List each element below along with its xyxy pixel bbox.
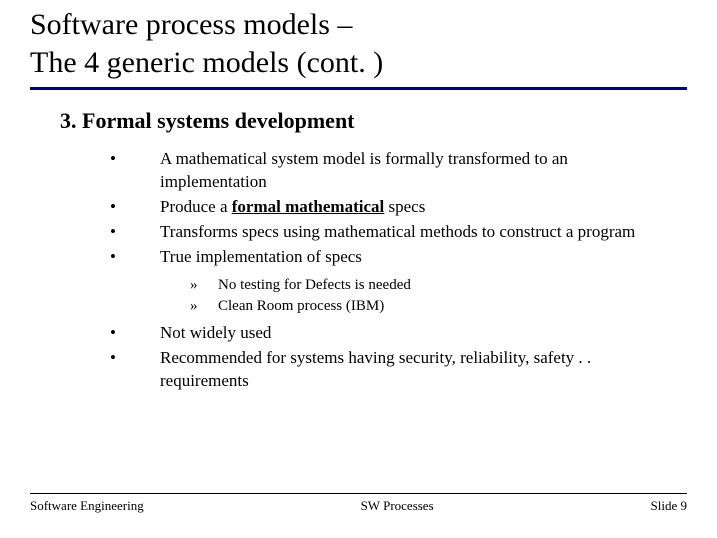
- bullet-text: Transforms specs using mathematical meth…: [160, 221, 667, 244]
- footer-rule: [30, 493, 687, 494]
- bullet-item: • Recommended for systems having securit…: [110, 347, 667, 393]
- title-rule: [30, 87, 687, 90]
- sub-bullet-marker: »: [190, 275, 218, 295]
- bullet-item: • Transforms specs using mathematical me…: [110, 221, 667, 244]
- bullet-text: Produce a formal mathematical specs: [160, 196, 667, 219]
- slide: Software process models – The 4 generic …: [0, 0, 717, 538]
- bullet-marker: •: [110, 148, 160, 194]
- bullet-text: True implementation of specs: [160, 246, 667, 269]
- slide-title: Software process models – The 4 generic …: [30, 0, 687, 87]
- bullet-text: Recommended for systems having security,…: [160, 347, 667, 393]
- title-line-1: Software process models –: [30, 6, 687, 44]
- bullet-marker: •: [110, 246, 160, 269]
- bullet-text: Not widely used: [160, 322, 667, 345]
- bullet-marker: •: [110, 347, 160, 393]
- title-line-2: The 4 generic models (cont. ): [30, 44, 687, 82]
- footer-left: Software Engineering: [30, 498, 144, 514]
- sub-bullet-item: » No testing for Defects is needed: [190, 275, 667, 295]
- sub-bullet-text: No testing for Defects is needed: [218, 275, 667, 295]
- footer: Software Engineering SW Processes Slide …: [30, 493, 687, 514]
- bullet-marker: •: [110, 322, 160, 345]
- bullet-suffix: specs: [384, 197, 425, 216]
- footer-row: Software Engineering SW Processes Slide …: [30, 498, 687, 514]
- bullet-list-2: • Not widely used • Recommended for syst…: [110, 322, 667, 393]
- footer-center: SW Processes: [361, 498, 434, 514]
- bullet-prefix: Produce a: [160, 197, 232, 216]
- footer-right: Slide 9: [651, 498, 687, 514]
- bullet-item: • A mathematical system model is formall…: [110, 148, 667, 194]
- bullet-text: A mathematical system model is formally …: [160, 148, 667, 194]
- section-heading: 3. Formal systems development: [60, 108, 687, 134]
- sub-bullet-marker: »: [190, 296, 218, 316]
- bullet-emph: formal mathematical: [232, 197, 384, 216]
- bullet-item: • Produce a formal mathematical specs: [110, 196, 667, 219]
- bullet-list: • A mathematical system model is formall…: [110, 148, 667, 269]
- bullet-marker: •: [110, 196, 160, 219]
- bullet-item: • Not widely used: [110, 322, 667, 345]
- sub-bullet-text: Clean Room process (IBM): [218, 296, 667, 316]
- sub-bullet-list: » No testing for Defects is needed » Cle…: [190, 275, 667, 317]
- bullet-item: • True implementation of specs: [110, 246, 667, 269]
- bullet-marker: •: [110, 221, 160, 244]
- sub-bullet-item: » Clean Room process (IBM): [190, 296, 667, 316]
